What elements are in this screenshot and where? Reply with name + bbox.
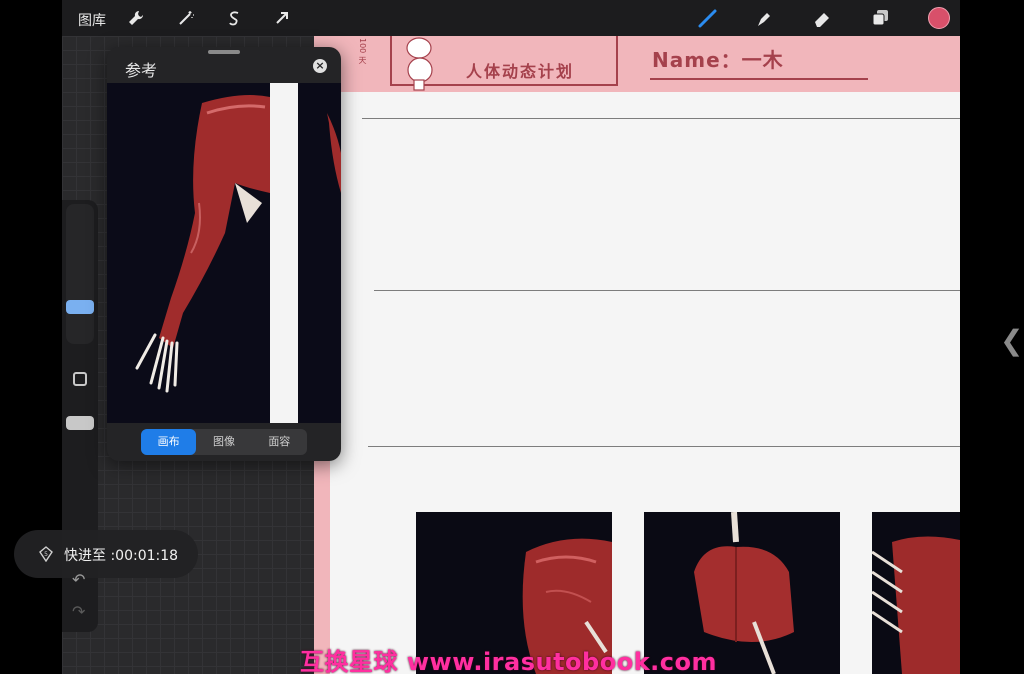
reference-image-view[interactable] <box>107 83 341 423</box>
panel-drag-handle[interactable] <box>208 50 240 54</box>
magic-wand-icon[interactable] <box>174 6 198 30</box>
close-icon[interactable]: × <box>313 59 327 73</box>
name-label: Name：一木 <box>652 48 784 72</box>
fast-forward-toast: 5 快进至 :00:01:18 <box>14 530 198 578</box>
fast-forward-badge-icon: 5 <box>39 546 53 562</box>
wrench-icon[interactable] <box>124 6 148 30</box>
paper-rule <box>362 118 960 119</box>
gallery-button[interactable]: 图库 <box>78 10 106 30</box>
paper-rule <box>374 290 960 291</box>
name-underline <box>650 78 868 80</box>
paper-rule <box>368 446 960 447</box>
selection-icon[interactable] <box>222 6 246 30</box>
brush-icon[interactable] <box>696 6 720 30</box>
smudge-icon[interactable] <box>752 6 776 30</box>
screen: 图库 100 天 人体动态计划 Name：一木 参考 × 画布 图像 面容 5 … <box>0 0 1024 674</box>
modify-button[interactable] <box>73 372 87 386</box>
top-toolbar: 图库 <box>62 0 960 36</box>
canvas-paper[interactable]: 100 天 人体动态计划 Name：一木 <box>314 36 960 674</box>
transform-arrow-icon[interactable] <box>270 6 294 30</box>
reference-tabs: 画布 图像 面容 <box>141 429 307 455</box>
watermark: 互换星球 www.irasutobook.com <box>300 648 717 674</box>
tab-canvas[interactable]: 画布 <box>141 429 197 455</box>
tab-image[interactable]: 图像 <box>196 429 251 455</box>
layers-icon[interactable] <box>868 6 892 30</box>
reference-panel[interactable]: 参考 × 画布 图像 面容 <box>107 47 341 461</box>
svg-text:5: 5 <box>44 551 48 558</box>
reference-title: 参考 <box>125 61 158 80</box>
eraser-icon[interactable] <box>810 6 834 30</box>
opacity-knob[interactable] <box>66 416 94 430</box>
paper-header: 100 天 人体动态计划 Name：一木 <box>314 36 960 92</box>
brush-size-knob[interactable] <box>66 300 94 314</box>
undo-icon[interactable]: ↶ <box>72 570 85 589</box>
brush-size-slider[interactable] <box>66 204 94 344</box>
color-picker-button[interactable] <box>928 7 950 29</box>
tab-face[interactable]: 面容 <box>252 429 307 455</box>
redo-icon[interactable]: ↷ <box>72 602 85 621</box>
fast-forward-text: 快进至 :00:01:18 <box>64 548 179 564</box>
header-subtitle: 人体动态计划 <box>466 62 575 81</box>
reference-thumbnail-torso <box>872 512 960 674</box>
chevron-left-icon[interactable]: ❮ <box>1000 324 1023 357</box>
chibi-figure-icon <box>406 37 433 91</box>
